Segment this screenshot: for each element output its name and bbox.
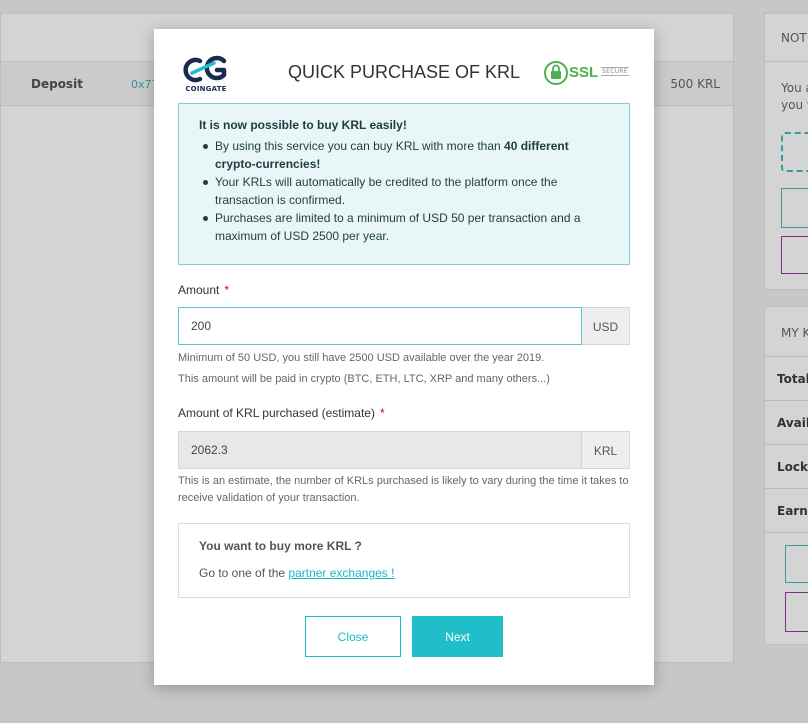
my-krl-title: MY K — [765, 307, 808, 357]
panel-button-secondary[interactable] — [781, 236, 808, 274]
holdings-button-primary[interactable] — [785, 545, 808, 583]
info-list: By using this service you can buy KRL wi… — [199, 137, 609, 245]
amount-label-text: Amount — [178, 283, 220, 297]
notifications-text-line: You a — [781, 81, 808, 95]
partner-exchanges-link[interactable]: partner exchanges ! — [288, 566, 394, 580]
required-marker: * — [224, 283, 230, 297]
lock-icon — [544, 61, 568, 85]
info-item: Your KRLs will automatically be credited… — [199, 173, 609, 209]
amount-input-group: 200 USD — [178, 307, 630, 345]
notifications-panel: NOT You a you w — [764, 13, 808, 290]
holdings-row-earnings: Earnin — [765, 489, 808, 533]
panel-button-primary[interactable] — [781, 188, 808, 228]
info-box: It is now possible to buy KRL easily! By… — [178, 103, 630, 265]
row-amount: 500 KRL — [670, 77, 720, 91]
holdings-button-secondary[interactable] — [785, 592, 808, 632]
estimate-input: 2062.3 — [178, 431, 582, 469]
info-item-text: By using this service you can buy KRL wi… — [215, 139, 505, 153]
estimate-input-group: 2062.3 KRL — [178, 431, 630, 469]
next-button[interactable]: Next — [412, 616, 503, 657]
buy-more-box: You want to buy more KRL ? Go to one of … — [178, 523, 630, 598]
quick-purchase-modal: COINGATE QUICK PURCHASE OF KRL SSL SECUR… — [154, 29, 654, 685]
modal-header: COINGATE QUICK PURCHASE OF KRL SSL SECUR… — [154, 29, 654, 103]
dropzone[interactable] — [781, 132, 808, 172]
notifications-title: NOT — [765, 14, 808, 62]
row-type: Deposit — [31, 77, 83, 91]
amount-help-text: This amount will be paid in crypto (BTC,… — [178, 373, 550, 385]
amount-label: Amount * — [178, 283, 229, 297]
buy-more-text: Go to one of the partner exchanges ! — [199, 566, 609, 580]
estimate-currency: KRL — [582, 431, 630, 469]
ssl-secure-label: SECURE — [601, 67, 629, 76]
holdings-row-available: Availa — [765, 401, 808, 445]
holdings-row-locked: Locke — [765, 445, 808, 489]
estimate-help: This is an estimate, the number of KRLs … — [178, 475, 629, 504]
buy-more-title: You want to buy more KRL ? — [199, 539, 362, 553]
required-marker: * — [379, 406, 385, 420]
info-item: Purchases are limited to a minimum of US… — [199, 209, 609, 245]
amount-help: Minimum of 50 USD, you still have 2500 U… — [178, 350, 630, 388]
my-krl-panel: MY K Total Availa Locke Earnin — [764, 306, 808, 645]
notifications-text-line: you w — [781, 98, 808, 112]
ssl-label: SSL — [569, 64, 599, 81]
estimate-label-text: Amount of KRL purchased (estimate) — [178, 406, 375, 420]
estimate-label: Amount of KRL purchased (estimate) * — [178, 406, 385, 420]
info-item: By using this service you can buy KRL wi… — [199, 137, 609, 173]
holdings-row-total: Total — [765, 357, 808, 401]
notifications-text: You a you w — [765, 62, 808, 114]
info-title: It is now possible to buy KRL easily! — [199, 118, 407, 132]
coingate-logo-text: COINGATE — [185, 85, 227, 93]
close-button[interactable]: Close — [305, 616, 401, 657]
amount-help-text: Minimum of 50 USD, you still have 2500 U… — [178, 352, 545, 364]
ssl-secure-badge: SSL SECURE — [544, 60, 630, 86]
buy-more-text-prefix: Go to one of the — [199, 566, 289, 580]
amount-input[interactable]: 200 — [178, 307, 582, 345]
amount-currency: USD — [582, 307, 630, 345]
